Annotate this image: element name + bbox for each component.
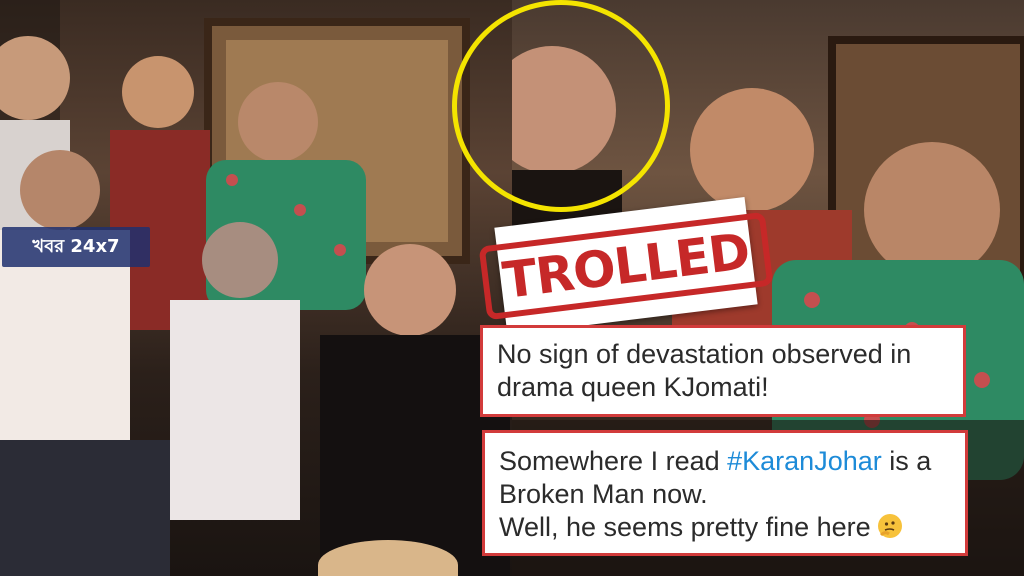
person-head	[20, 150, 100, 230]
tweet-card: No sign of devastation observed in drama…	[480, 325, 966, 417]
hashtag-link[interactable]: #KaranJohar	[727, 446, 882, 476]
tweet-text: Well, he seems pretty fine here	[499, 512, 871, 542]
person-head	[122, 56, 194, 128]
tweet-text-line: Well, he seems pretty fine here	[499, 511, 951, 544]
channel-logo: খবর 24x7	[2, 227, 150, 267]
tweet-text: is a	[881, 446, 932, 476]
person-body	[170, 300, 300, 520]
left-photo	[0, 0, 512, 576]
person-head	[202, 222, 278, 298]
left-photo-scene	[0, 0, 510, 576]
tweet-card: Somewhere I read #KaranJohar is a Broken…	[482, 430, 968, 556]
tweet-text-line: Broken Man now.	[499, 479, 708, 509]
tweet-text-line: No sign of devastation observed in	[497, 339, 912, 369]
person-head	[690, 88, 814, 212]
tweet-text-line: Somewhere I read #KaranJohar is a	[499, 445, 951, 478]
collage: খবর 24x7 TROLLED No sign of devastation …	[0, 0, 1024, 576]
person-head	[364, 244, 456, 336]
tweet-text: Somewhere I read	[499, 446, 728, 476]
person-head	[238, 82, 318, 162]
thinking-face-icon	[878, 514, 903, 538]
tweet-text-line: drama queen KJomati!	[497, 372, 769, 402]
person-head	[864, 142, 1000, 278]
trolled-stamp-text: TROLLED	[478, 211, 774, 321]
highlight-circle	[452, 0, 670, 212]
